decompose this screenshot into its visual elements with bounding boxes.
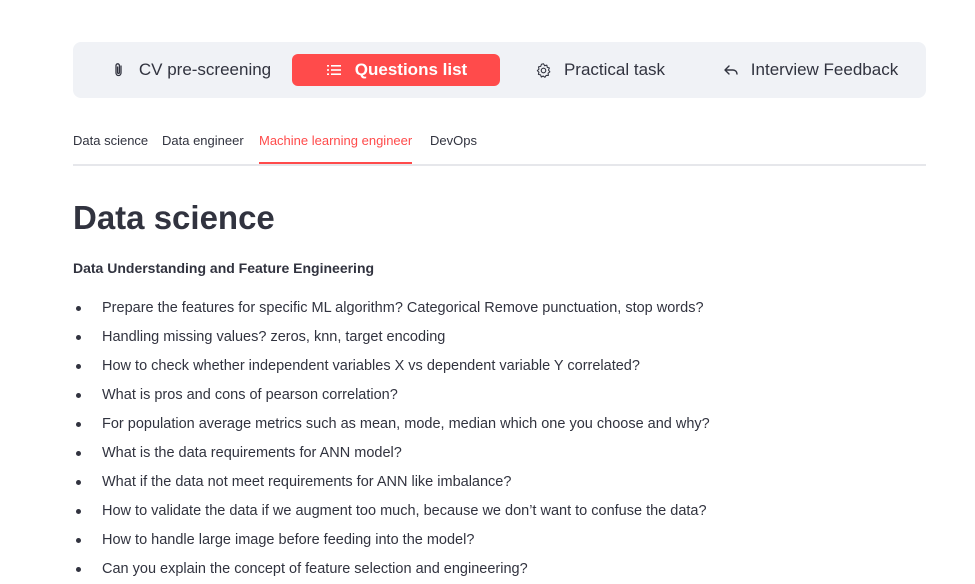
list-icon [325, 61, 343, 79]
bullet-icon [76, 538, 81, 543]
question-text: Can you explain the concept of feature s… [102, 561, 528, 577]
bullet-icon [76, 567, 81, 572]
role-tabs: Data science Data engineer Machine learn… [73, 126, 926, 166]
tab-devops[interactable]: DevOps [430, 133, 477, 162]
list-item: How to check whether independent variabl… [73, 354, 926, 383]
bullet-icon [76, 364, 81, 369]
nav-feedback-label: Interview Feedback [750, 60, 899, 79]
bullet-icon [76, 451, 81, 456]
question-text: What is the data requirements for ANN mo… [102, 445, 402, 461]
question-text: What is pros and cons of pearson correla… [102, 387, 398, 403]
bullet-icon [76, 335, 81, 340]
question-text: Prepare the features for specific ML alg… [102, 300, 704, 316]
bullet-icon [76, 393, 81, 398]
nav-cv-pre-screening[interactable]: CV pre-screening [111, 54, 271, 86]
page: CV pre-screening Questions list Practica… [0, 0, 975, 584]
page-title: Data science [73, 199, 275, 236]
question-text: How to handle large image before feeding… [102, 532, 475, 548]
tab-data-engineer[interactable]: Data engineer [162, 133, 244, 162]
question-text: What if the data not meet requirements f… [102, 474, 512, 490]
question-text: Handling missing values? zeros, knn, tar… [102, 329, 446, 345]
list-item: How to validate the data if we augment t… [73, 499, 926, 528]
list-item: What is the data requirements for ANN mo… [73, 441, 926, 470]
questions-list: Prepare the features for specific ML alg… [73, 296, 926, 584]
nav-questions-list[interactable]: Questions list [292, 54, 500, 86]
nav-interview-feedback[interactable]: Interview Feedback [723, 54, 898, 86]
paperclip-icon [111, 61, 127, 79]
list-item: For population average metrics such as m… [73, 412, 926, 441]
nav-practical-label: Practical task [563, 60, 666, 79]
nav-questions-label: Questions list [354, 60, 468, 79]
section-title: Data Understanding and Feature Engineeri… [73, 260, 375, 276]
list-item: Can you explain the concept of feature s… [73, 557, 926, 584]
bullet-icon [76, 480, 81, 485]
question-text: How to validate the data if we augment t… [102, 503, 707, 519]
bullet-icon [76, 509, 81, 514]
tab-machine-learning-engineer[interactable]: Machine learning engineer [259, 133, 413, 164]
list-item: Prepare the features for specific ML alg… [73, 296, 926, 325]
list-item: Handling missing values? zeros, knn, tar… [73, 325, 926, 354]
list-item: What is pros and cons of pearson correla… [73, 383, 926, 412]
list-item: How to handle large image before feeding… [73, 528, 926, 557]
list-item: What if the data not meet requirements f… [73, 470, 926, 499]
tab-data-science[interactable]: Data science [73, 133, 148, 162]
question-text: For population average metrics such as m… [102, 416, 710, 432]
top-navigation-bar: CV pre-screening Questions list Practica… [73, 42, 926, 98]
nav-cv-label: CV pre-screening [138, 60, 272, 79]
gear-icon [535, 61, 552, 79]
reply-arrow-icon [723, 61, 739, 79]
bullet-icon [76, 422, 81, 427]
question-text: How to check whether independent variabl… [102, 358, 640, 374]
nav-practical-task[interactable]: Practical task [535, 54, 665, 86]
bullet-icon [76, 306, 81, 311]
